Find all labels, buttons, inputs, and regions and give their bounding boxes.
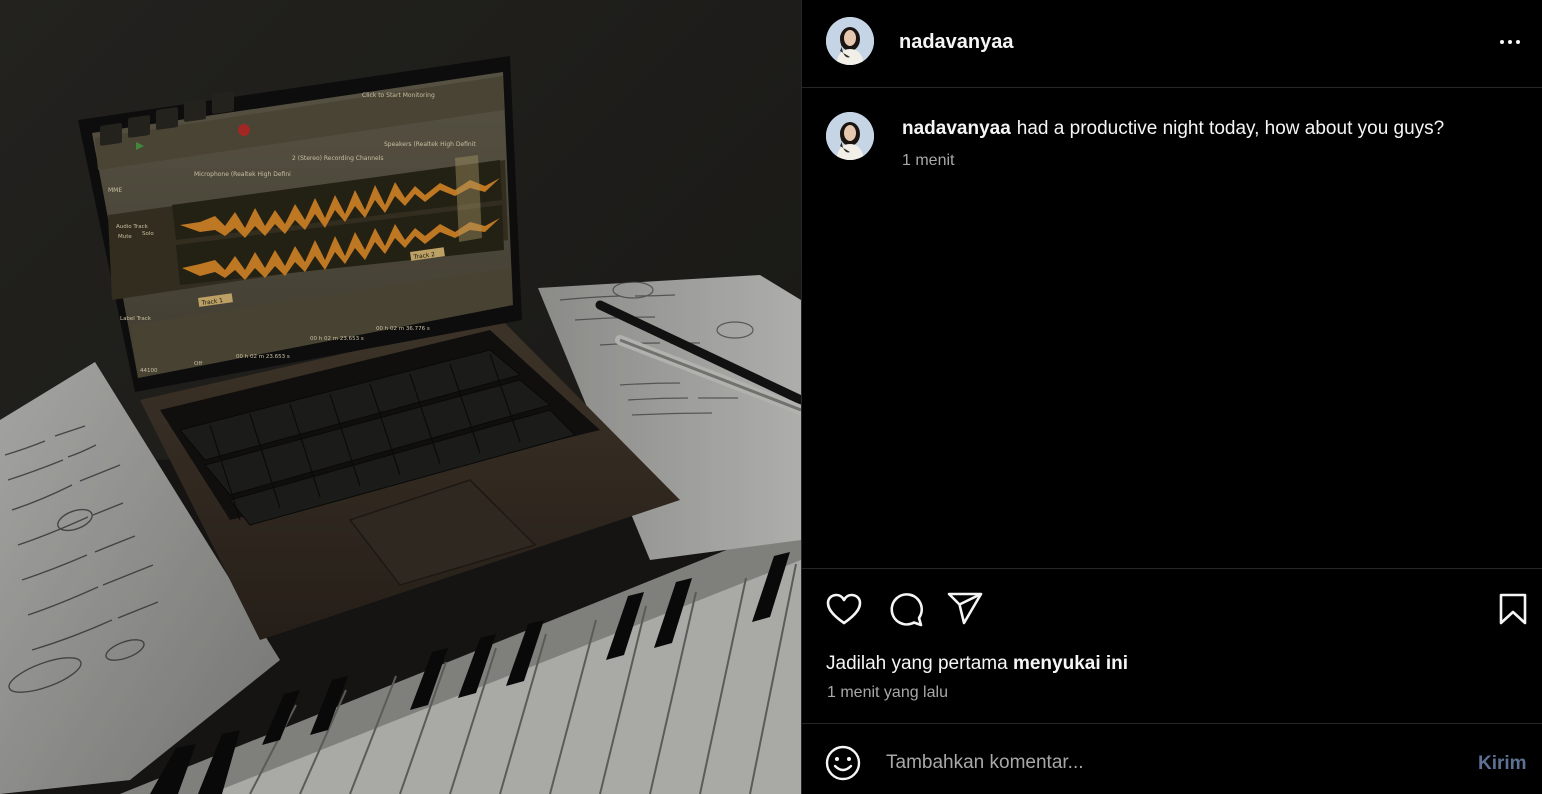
post-actions: Jadilah yang pertama menyukai ini 1 meni… (802, 568, 1542, 724)
post-header: nadavanyaa (802, 0, 1542, 88)
heart-icon[interactable] (824, 589, 864, 629)
smiley-icon[interactable] (824, 744, 862, 782)
comment-bubble-icon[interactable] (886, 589, 926, 629)
paper-plane-icon[interactable] (945, 589, 985, 629)
avatar[interactable] (826, 17, 874, 65)
comment-input[interactable] (886, 744, 1446, 782)
caption-username[interactable]: nadavanyaa (902, 118, 1011, 139)
likes-action[interactable]: menyukai ini (1013, 653, 1128, 674)
post-image[interactable]: MME Microphone (Realtek High Defini 2 (S… (0, 0, 801, 794)
likes-summary: Jadilah yang pertama menyukai ini (826, 653, 1128, 675)
caption: nadavanyaa had a productive night today, … (902, 117, 1444, 141)
bookmark-icon[interactable] (1493, 589, 1533, 629)
more-options-icon[interactable] (1492, 26, 1528, 58)
send-comment-button[interactable]: Kirim (1478, 753, 1527, 775)
comment-bar: Kirim (802, 724, 1542, 794)
caption-timestamp: 1 menit (902, 152, 955, 169)
likes-prefix: Jadilah yang pertama (826, 653, 1008, 674)
avatar[interactable] (826, 112, 874, 160)
caption-section: nadavanyaa had a productive night today, … (802, 88, 1542, 568)
post-username[interactable]: nadavanyaa (899, 31, 1014, 54)
post-timestamp[interactable]: 1 menit yang lalu (827, 684, 948, 702)
post-photo: MME Microphone (Realtek High Defini 2 (S… (0, 0, 801, 794)
caption-text: had a productive night today, how about … (1016, 118, 1445, 139)
post-panel: nadavanyaa nadavanyaa had a productive ni… (801, 0, 1542, 794)
